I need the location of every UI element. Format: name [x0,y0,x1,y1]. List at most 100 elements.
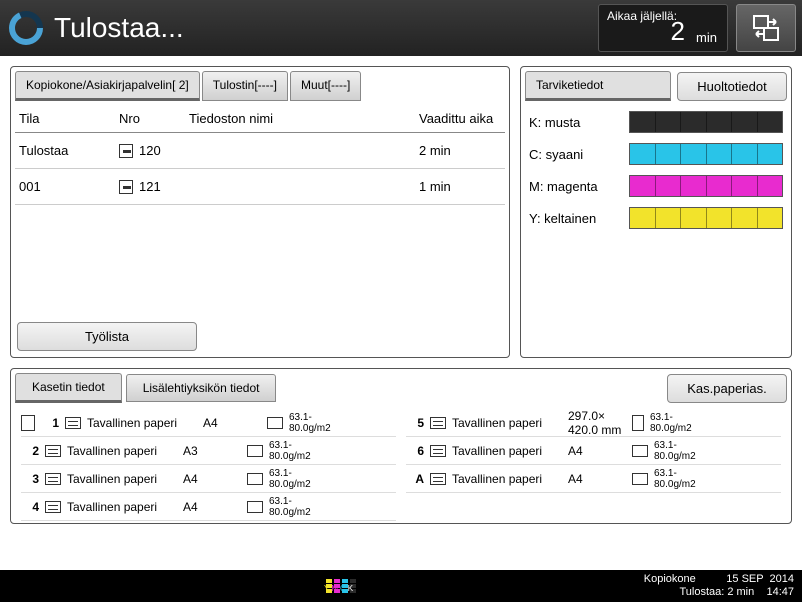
time-remaining-label: Aikaa jäljellä: [607,9,719,23]
tab-printer[interactable]: Tulostin[----] [202,71,288,101]
tray-row[interactable]: 5Tavallinen paperi297.0×420.0 mm63.1-80.… [406,409,781,437]
job-status: 001 [15,169,115,205]
footer-line2: Tulostaa: 2 min 14:47 [644,586,794,599]
job-icon [119,144,133,158]
tray-size: A4 [203,416,261,430]
tray-weight: 63.1-80.0g/m2 [650,412,710,434]
col-filename: Tiedoston nimi [185,105,415,133]
job-time: 2 min [415,133,505,169]
tab-copier[interactable]: Kopiokone/Asiakirjapalvelin[ 2] [15,71,200,101]
tray-row[interactable]: 2 Tavallinen paperi A3 63.1-80.0g/m2 [21,437,396,465]
job-filename [185,169,415,205]
supply-row: Y: keltainen [529,207,783,229]
tray-size: A4 [568,444,626,458]
tray-size: A4 [183,472,241,486]
joblist-button[interactable]: Työlista [17,322,197,351]
orientation-icon [247,501,263,513]
job-number: 120 [115,133,185,169]
orientation-icon [247,445,263,457]
time-remaining-box: Aikaa jäljellä: 2 min [598,4,728,52]
supplies-panel: Tarviketiedot Huoltotiedot K: musta C: sy… [520,66,792,358]
tray-paper-name: Tavallinen paperi [452,444,562,458]
paper-settings-button[interactable]: Kas.paperias. [667,374,787,403]
tray-id: 2 [21,444,39,458]
tray-weight: 63.1-80.0g/m2 [289,412,349,434]
tray-id: 1 [41,416,59,430]
job-number: 121 [115,169,185,205]
page-title: Tulostaa... [54,12,590,44]
trays-panel: Kasetin tiedot Lisälehtiyksikön tiedot K… [10,368,792,524]
supply-row: M: magenta [529,175,783,197]
time-remaining-unit: min [696,30,717,45]
footer-status: Kopiokone 15 SEP 2014 Tulostaa: 2 min 14… [644,573,794,599]
tray-weight: 63.1-80.0g/m2 [269,440,329,462]
supply-bar [629,175,783,197]
col-status: Tila [15,105,115,133]
supply-row: K: musta [529,111,783,133]
supply-label: K: musta [529,115,629,130]
tray-row[interactable]: A Tavallinen paperi A4 63.1-80.0g/m2 [406,465,781,493]
footer-line1: Kopiokone 15 SEP 2014 [644,573,794,586]
tray-row[interactable]: 1 Tavallinen paperi A4 63.1-80.0g/m2 [21,409,396,437]
paper-stack-icon [45,473,61,485]
tray-weight: 63.1-80.0g/m2 [654,440,714,462]
table-row[interactable]: 001121 1 min [15,169,505,205]
orientation-icon [632,445,648,457]
tray-size: A4 [183,500,241,514]
tray-outline-icon [21,415,35,431]
supply-label: C: syaani [529,147,629,162]
swap-view-button[interactable] [736,4,796,52]
tray-id: 4 [21,500,39,514]
tray-id: 3 [21,472,39,486]
tray-weight: 63.1-80.0g/m2 [654,468,714,490]
supply-row: C: syaani [529,143,783,165]
paper-stack-icon [430,417,446,429]
job-icon [119,180,133,194]
paper-stack-icon [430,473,446,485]
footer-bar: YMCK Kopiokone 15 SEP 2014 Tulostaa: 2 m… [0,570,802,602]
tray-size: A3 [183,444,241,458]
tray-id: A [406,472,424,486]
tray-paper-name: Tavallinen paperi [67,444,177,458]
orientation-icon [632,415,644,431]
ymck-icon: YMCK [326,579,356,593]
tab-tray-info[interactable]: Kasetin tiedot [15,373,122,403]
time-remaining-value: 2 [671,16,685,47]
jobs-table: Tila Nro Tiedoston nimi Vaadittu aika Tu… [15,105,505,205]
paper-stack-icon [45,501,61,513]
tray-row[interactable]: 3Tavallinen paperiA463.1-80.0g/m2 [21,465,396,493]
col-number: Nro [115,105,185,133]
tray-row[interactable]: 6 Tavallinen paperi A4 63.1-80.0g/m2 [406,437,781,465]
jobs-tabs: Kopiokone/Asiakirjapalvelin[ 2] Tulostin… [15,71,505,101]
tab-insert-unit[interactable]: Lisälehtiyksikön tiedot [126,374,277,402]
header-bar: Tulostaa... Aikaa jäljellä: 2 min [0,0,802,56]
orientation-icon [632,473,648,485]
supply-bar [629,143,783,165]
tray-paper-name: Tavallinen paperi [452,472,562,486]
tray-size: A4 [568,472,626,486]
job-time: 1 min [415,169,505,205]
tray-paper-name: Tavallinen paperi [87,416,197,430]
spinner-icon [6,8,46,48]
tab-other[interactable]: Muut[----] [290,71,361,101]
job-filename [185,133,415,169]
supply-label: M: magenta [529,179,629,194]
supply-bar [629,207,783,229]
tray-paper-name: Tavallinen paperi [452,416,562,430]
tray-paper-name: Tavallinen paperi [67,500,177,514]
orientation-icon [247,473,263,485]
table-row[interactable]: Tulostaa120 2 min [15,133,505,169]
tray-id: 6 [406,444,424,458]
tab-supplies[interactable]: Tarviketiedot [525,71,671,101]
job-status: Tulostaa [15,133,115,169]
maintenance-button[interactable]: Huoltotiedot [677,72,787,101]
supply-label: Y: keltainen [529,211,629,226]
paper-stack-icon [65,417,81,429]
tray-id: 5 [406,416,424,430]
paper-stack-icon [45,445,61,457]
swap-icon [750,14,782,42]
orientation-icon [267,417,283,429]
tray-row[interactable]: 4Tavallinen paperiA463.1-80.0g/m2 [21,493,396,521]
tray-weight: 63.1-80.0g/m2 [269,468,329,490]
jobs-panel: Kopiokone/Asiakirjapalvelin[ 2] Tulostin… [10,66,510,358]
